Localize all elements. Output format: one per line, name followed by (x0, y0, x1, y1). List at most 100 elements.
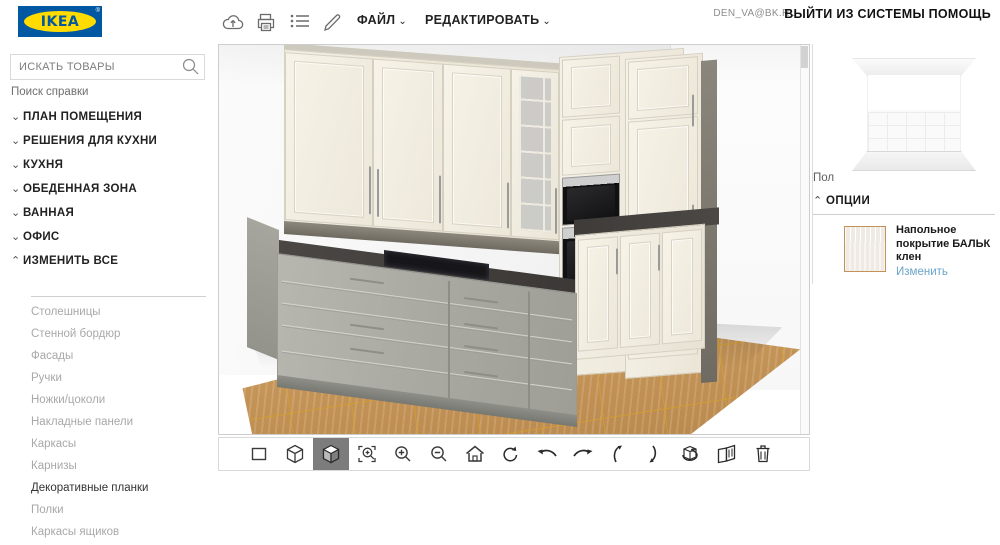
search-input[interactable] (10, 54, 205, 80)
rotate-view-button[interactable] (493, 438, 529, 470)
sidebar-item-change-all[interactable]: ⌃ ИЗМЕНИТЬ ВСЕ (11, 254, 118, 267)
edit-menu[interactable]: РЕДАКТИРОВАТЬ ⌄ (425, 13, 551, 27)
home-view-button[interactable] (457, 438, 493, 470)
options-section-header[interactable]: ⌃ ОПЦИИ (813, 194, 870, 207)
preview-ceiling (852, 58, 976, 76)
base-cabinet-run-right[interactable] (575, 223, 705, 360)
redo-button[interactable] (565, 438, 601, 470)
sidebar-item-office[interactable]: ⌄ ОФИС (11, 230, 60, 243)
floor-label: Пол (813, 172, 835, 184)
logout-button[interactable]: ВЫЙТИ ИЗ СИСТЕМЫ (784, 7, 925, 21)
walls-view-button[interactable] (709, 438, 745, 470)
undo-button[interactable] (529, 438, 565, 470)
cabinet-door[interactable] (628, 56, 698, 120)
drawer-handle (350, 347, 384, 355)
view-toolbar (218, 437, 810, 471)
zoom-in-button[interactable] (385, 438, 421, 470)
sidebar-item-kitchen[interactable]: ⌄ КУХНЯ (11, 158, 63, 171)
kitchen-3d-scene[interactable] (219, 45, 809, 434)
cabinet-seam (448, 280, 450, 400)
chevron-down-icon: ⌄ (11, 231, 21, 243)
rotate-object-button[interactable] (673, 438, 709, 470)
sidebar-item-dining-area[interactable]: ⌄ ОБЕДЕННАЯ ЗОНА (11, 182, 137, 195)
room-preview-thumbnail[interactable] (844, 52, 984, 172)
canvas-scrollbar-thumb[interactable] (801, 46, 808, 68)
cabinet-handle (616, 248, 618, 275)
cabinet-glass-door[interactable] (511, 68, 559, 241)
properties-panel: Пол ⌃ ОПЦИИ Напольное покрытие БАЛЬК клен… (812, 44, 1000, 334)
drawer-handle (350, 323, 384, 331)
sidebar-subitem-countertops[interactable]: Столешницы (31, 306, 101, 318)
chevron-down-icon: ⌄ (11, 111, 21, 123)
cabinet-door[interactable] (620, 232, 660, 349)
door-inner-panel (637, 64, 689, 112)
cabinet-door[interactable] (562, 115, 620, 176)
zoom-to-fit-button[interactable] (349, 438, 385, 470)
door-inner-panel (571, 124, 611, 168)
list-icon[interactable] (290, 13, 310, 29)
chevron-down-icon: ⌄ (398, 16, 408, 27)
door-inner-panel (571, 64, 611, 110)
sidebar-item-kitchen-solutions[interactable]: ⌄ РЕШЕНИЯ ДЛЯ КУХНИ (11, 134, 157, 147)
logo-registered-mark: ® (95, 8, 100, 14)
door-inner-panel (671, 237, 693, 336)
door-inner-panel (382, 67, 434, 224)
print-icon[interactable] (256, 13, 276, 32)
chevron-down-icon: ⌄ (11, 135, 21, 147)
cabinet-handle (439, 175, 441, 224)
pencil-icon[interactable] (322, 13, 342, 33)
cabinet-seam (528, 291, 530, 410)
sidebar-item-label: ИЗМЕНИТЬ ВСЕ (23, 255, 119, 267)
chevron-down-icon: ⌄ (11, 159, 21, 171)
cabinet-door[interactable] (373, 58, 443, 232)
sidebar-item-label: РЕШЕНИЯ ДЛЯ КУХНИ (23, 135, 158, 147)
cabinet-handle (507, 182, 509, 229)
glass-pane (519, 76, 551, 233)
door-inner-panel (629, 241, 651, 340)
canvas-scrollbar[interactable] (800, 45, 809, 434)
sidebar-subitem-wall-border[interactable]: Стенной бордюр (31, 328, 120, 340)
sidebar-subitem-fronts[interactable]: Фасады (31, 350, 73, 362)
door-inner-panel (294, 60, 364, 218)
logo-text: IKEA (40, 13, 80, 30)
sidebar-subitem-frames[interactable]: Каркасы (31, 438, 76, 450)
cabinet-door[interactable] (285, 52, 373, 227)
zoom-out-button[interactable] (421, 438, 457, 470)
help-search-link[interactable]: Поиск справки (11, 86, 88, 98)
panel-divider (812, 44, 813, 284)
cabinet-door[interactable] (662, 228, 702, 345)
view-3d-shaded-button[interactable] (313, 438, 349, 470)
material-change-link[interactable]: Изменить (896, 266, 948, 278)
cabinet-handle (377, 168, 379, 217)
sidebar-subitem-shelves[interactable]: Полки (31, 504, 64, 516)
sidebar-subitem-cornices[interactable]: Карнизы (31, 460, 77, 472)
cloud-upload-icon[interactable] (222, 13, 244, 31)
cabinet-door[interactable] (578, 236, 618, 352)
sidebar-subitem-decorative-strips[interactable]: Декоративные планки (31, 482, 148, 494)
tilt-down-button[interactable] (637, 438, 673, 470)
sidebar-item-bathroom[interactable]: ⌄ ВАННАЯ (11, 206, 74, 219)
file-menu[interactable]: ФАЙЛ ⌄ (357, 13, 407, 27)
cabinet-handle (692, 94, 694, 127)
sidebar-subitem-legs-plinths[interactable]: Ножки/цоколи (31, 394, 105, 406)
view-3d-wireframe-button[interactable] (277, 438, 313, 470)
material-swatch[interactable] (844, 226, 886, 272)
sidebar-subitem-handles[interactable]: Ручки (31, 372, 62, 384)
cabinet-door[interactable] (443, 63, 511, 237)
ikea-logo[interactable]: IKEA ® (18, 6, 102, 37)
sidebar-subitem-drawer-frames[interactable]: Каркасы ящиков (31, 526, 119, 538)
cabinet-door[interactable] (562, 55, 620, 118)
cabinet-handle (658, 244, 660, 271)
drawer-handle (464, 296, 498, 304)
sidebar-item-room-plan[interactable]: ⌄ ПЛАН ПОМЕЩЕНИЯ (11, 110, 142, 123)
delete-button[interactable] (745, 438, 781, 470)
design-canvas[interactable] (218, 44, 810, 435)
cabinet-handle (555, 187, 557, 235)
options-divider (813, 214, 995, 215)
view-2d-plan-button[interactable] (241, 438, 277, 470)
sidebar-subitem-cover-panels[interactable]: Накладные панели (31, 416, 133, 428)
help-button[interactable]: ПОМОЩЬ (929, 7, 991, 21)
tilt-up-button[interactable] (601, 438, 637, 470)
search-icon[interactable] (182, 58, 199, 80)
chevron-down-icon: ⌄ (11, 207, 21, 219)
